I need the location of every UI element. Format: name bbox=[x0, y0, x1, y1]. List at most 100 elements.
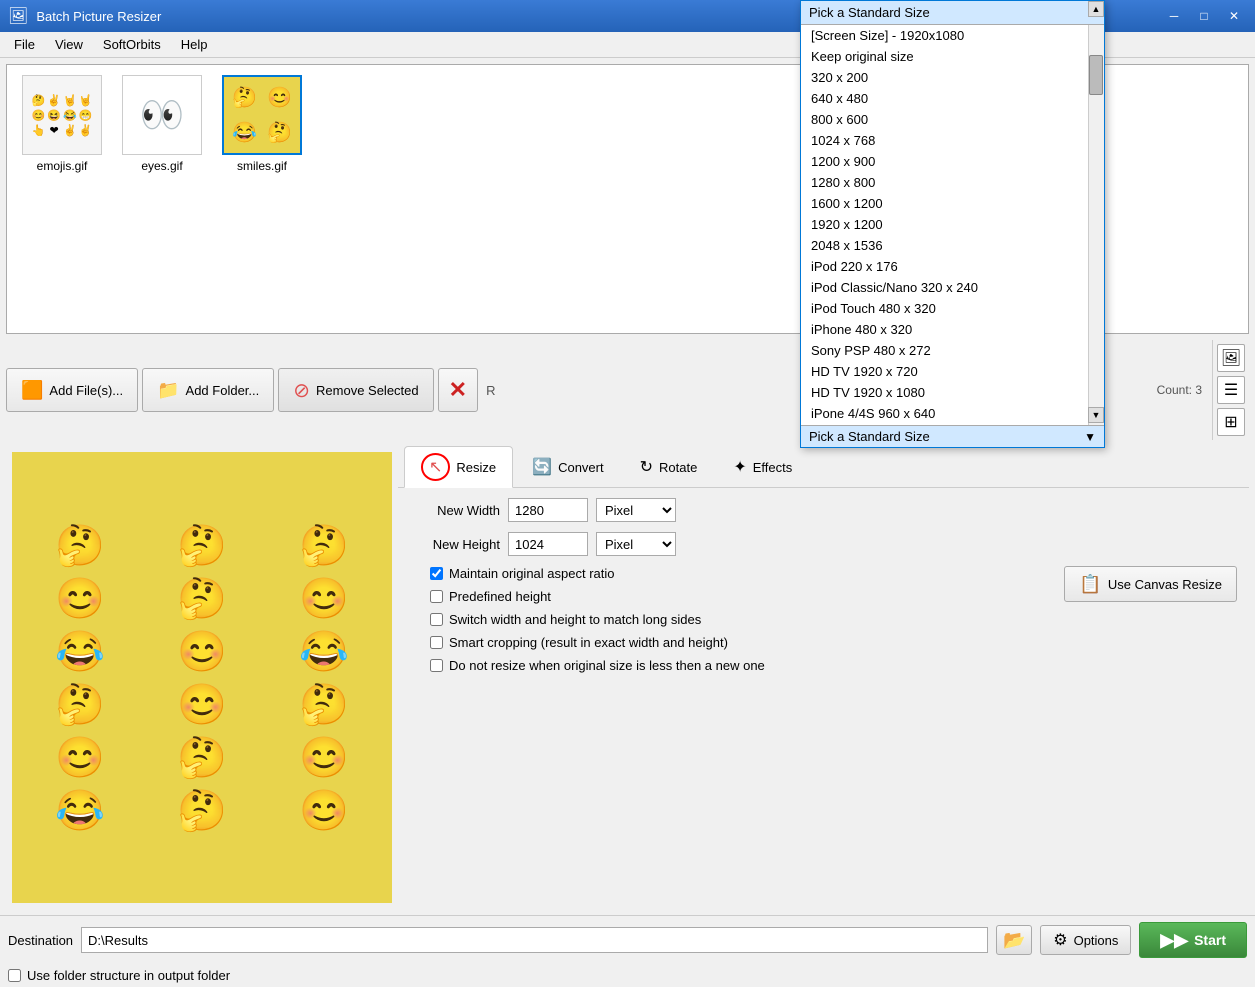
tabs-row: ↖ Resize 🔄 Convert ↻ Rotate ✦ Effects bbox=[398, 446, 1249, 488]
convert-icon: 🔄 bbox=[532, 457, 552, 477]
effects-icon: ✦ bbox=[733, 457, 746, 477]
browse-button[interactable]: 📂 bbox=[996, 925, 1032, 955]
start-button[interactable]: ▶▶ Start bbox=[1139, 922, 1247, 958]
add-folder-button[interactable]: 📁 Add Folder... bbox=[142, 368, 274, 412]
dropdown-item[interactable]: 2048 x 1536 bbox=[801, 235, 1088, 256]
dropdown-item[interactable]: 1024 x 768 bbox=[801, 130, 1088, 151]
options-button[interactable]: ⚙ Options bbox=[1040, 925, 1131, 955]
options-label: Options bbox=[1074, 933, 1119, 948]
no-resize-checkbox[interactable] bbox=[430, 659, 443, 672]
switch-dimensions-checkbox[interactable] bbox=[430, 613, 443, 626]
dropdown-item[interactable]: Keep original size bbox=[801, 46, 1088, 67]
dropdown-item[interactable]: iPhone 480 x 320 bbox=[801, 319, 1088, 340]
count-badge: Count: 3 bbox=[1151, 381, 1208, 399]
tab-resize[interactable]: ↖ Resize bbox=[404, 446, 513, 488]
browse-icon: 📂 bbox=[1003, 930, 1025, 951]
aspect-ratio-checkbox[interactable] bbox=[430, 567, 443, 580]
file-name: eyes.gif bbox=[141, 159, 182, 173]
scroll-up-arrow[interactable]: ▲ bbox=[1088, 1, 1104, 17]
dropdown-item[interactable]: iPod 220 x 176 bbox=[801, 256, 1088, 277]
dropdown-item[interactable]: 320 x 200 bbox=[801, 67, 1088, 88]
app-icon: 🖼 bbox=[8, 6, 28, 26]
folder-structure-checkbox[interactable] bbox=[8, 969, 21, 982]
partial-label: R bbox=[482, 383, 499, 398]
smart-cropping-label: Smart cropping (result in exact width an… bbox=[449, 635, 728, 650]
dropdown-scrollbar[interactable] bbox=[1088, 25, 1104, 425]
file-thumbnail: 🤔✌🤘🤘 😊😆😂😁 👆❤✌✌ bbox=[22, 75, 102, 155]
dropdown-item[interactable]: 640 x 480 bbox=[801, 88, 1088, 109]
dropdown-item[interactable]: 1920 x 1200 bbox=[801, 214, 1088, 235]
dropdown-item[interactable]: [Screen Size] - 1920x1080 bbox=[801, 25, 1088, 46]
grid-view-button[interactable]: ⊞ bbox=[1217, 408, 1245, 436]
tab-convert[interactable]: 🔄 Convert bbox=[515, 450, 620, 483]
width-input[interactable] bbox=[508, 498, 588, 522]
close-button[interactable]: ✕ bbox=[1221, 5, 1247, 27]
add-files-label: Add File(s)... bbox=[49, 383, 123, 398]
remove-icon: ⊘ bbox=[293, 378, 310, 403]
height-unit-select[interactable]: Pixel Percent Inch cm bbox=[596, 532, 676, 556]
remove-selected-button[interactable]: ⊘ Remove Selected bbox=[278, 368, 433, 412]
smart-cropping-checkbox[interactable] bbox=[430, 636, 443, 649]
folder-icon: 📁 bbox=[157, 380, 179, 401]
destination-input[interactable] bbox=[81, 927, 988, 953]
dropdown-item[interactable]: 1200 x 900 bbox=[801, 151, 1088, 172]
dropdown-item[interactable]: 800 x 600 bbox=[801, 109, 1088, 130]
checkbox-row-aspect: Maintain original aspect ratio bbox=[430, 566, 765, 581]
add-folder-label: Add Folder... bbox=[186, 383, 260, 398]
canvas-resize-icon: 📋 bbox=[1079, 574, 1101, 595]
file-thumbnail: 🤔😊😂🤔 bbox=[222, 75, 302, 155]
height-row: New Height Pixel Percent Inch cm bbox=[420, 532, 1237, 556]
list-item[interactable]: 🤔😊😂🤔 smiles.gif bbox=[217, 75, 307, 173]
dropdown-item[interactable]: HD TV 1920 x 720 bbox=[801, 361, 1088, 382]
maximize-button[interactable]: □ bbox=[1191, 5, 1217, 27]
menu-softorbits[interactable]: SoftOrbits bbox=[93, 35, 171, 54]
checkbox-row-height: Predefined height bbox=[430, 589, 765, 604]
thumbnail-view-button[interactable]: 🖼 bbox=[1217, 344, 1245, 372]
menu-file[interactable]: File bbox=[4, 35, 45, 54]
resize-settings: New Width Pixel Percent Inch cm New Heig… bbox=[398, 488, 1249, 909]
file-name: emojis.gif bbox=[37, 159, 88, 173]
dropdown-header: Pick a Standard Size bbox=[801, 1, 1104, 25]
predefined-height-checkbox[interactable] bbox=[430, 590, 443, 603]
minimize-button[interactable]: ─ bbox=[1161, 5, 1187, 27]
remove-selected-label: Remove Selected bbox=[316, 383, 419, 398]
list-item[interactable]: 👀 eyes.gif bbox=[117, 75, 207, 173]
dropdown-footer: Pick a Standard Size ▼ bbox=[801, 425, 1104, 447]
rotate-icon: ↻ bbox=[640, 457, 653, 477]
title-bar-buttons: ─ □ ✕ bbox=[1161, 5, 1247, 27]
menu-view[interactable]: View bbox=[45, 35, 93, 54]
tab-resize-label: Resize bbox=[456, 460, 496, 475]
width-unit-select[interactable]: Pixel Percent Inch cm bbox=[596, 498, 676, 522]
content-area: 🤔🤔🤔 😊🤔😊 😂😊😂 🤔😊🤔 😊🤔😊 😂🤔😊 ↖ Resize 🔄 C bbox=[0, 446, 1255, 915]
dropdown-item[interactable]: iPod Classic/Nano 320 x 240 bbox=[801, 277, 1088, 298]
list-view-button[interactable]: ☰ bbox=[1217, 376, 1245, 404]
dropdown-header-label: Pick a Standard Size bbox=[809, 5, 930, 20]
dropdown-list[interactable]: [Screen Size] - 1920x1080 Keep original … bbox=[801, 25, 1104, 425]
dropdown-item[interactable]: iPod Touch 480 x 320 bbox=[801, 298, 1088, 319]
scroll-down-arrow[interactable]: ▼ bbox=[1088, 407, 1104, 423]
menu-help[interactable]: Help bbox=[171, 35, 218, 54]
dropdown-item[interactable]: HD TV 1920 x 1080 bbox=[801, 382, 1088, 403]
dropdown-item[interactable]: 1600 x 1200 bbox=[801, 193, 1088, 214]
tab-effects[interactable]: ✦ Effects bbox=[716, 450, 809, 483]
delete-button[interactable]: ✕ bbox=[438, 368, 478, 412]
dropdown-item[interactable]: iPone 4/4S 960 x 640 bbox=[801, 403, 1088, 424]
delete-icon: ✕ bbox=[449, 377, 467, 403]
tab-rotate-label: Rotate bbox=[659, 460, 697, 475]
destination-bar: Destination 📂 ⚙ Options ▶▶ Start bbox=[0, 915, 1255, 964]
resize-tab-icon: ↖ bbox=[421, 453, 450, 481]
canvas-resize-button[interactable]: 📋 Use Canvas Resize bbox=[1064, 566, 1237, 602]
height-input[interactable] bbox=[508, 532, 588, 556]
checkbox-row-smart: Smart cropping (result in exact width an… bbox=[430, 635, 765, 650]
dropdown-item[interactable]: Email 1024 x 768 bbox=[801, 424, 1088, 425]
list-item[interactable]: 🤔✌🤘🤘 😊😆😂😁 👆❤✌✌ emojis.gif bbox=[17, 75, 107, 173]
tab-convert-label: Convert bbox=[558, 460, 604, 475]
add-files-button[interactable]: 🟧 Add File(s)... bbox=[6, 368, 138, 412]
canvas-resize-label: Use Canvas Resize bbox=[1108, 577, 1222, 592]
dropdown-item[interactable]: 1280 x 800 bbox=[801, 172, 1088, 193]
dropdown-chevron-icon[interactable]: ▼ bbox=[1084, 430, 1096, 444]
aspect-ratio-label: Maintain original aspect ratio bbox=[449, 566, 614, 581]
tab-rotate[interactable]: ↻ Rotate bbox=[623, 450, 715, 483]
dropdown-item[interactable]: Sony PSP 480 x 272 bbox=[801, 340, 1088, 361]
file-name: smiles.gif bbox=[237, 159, 287, 173]
